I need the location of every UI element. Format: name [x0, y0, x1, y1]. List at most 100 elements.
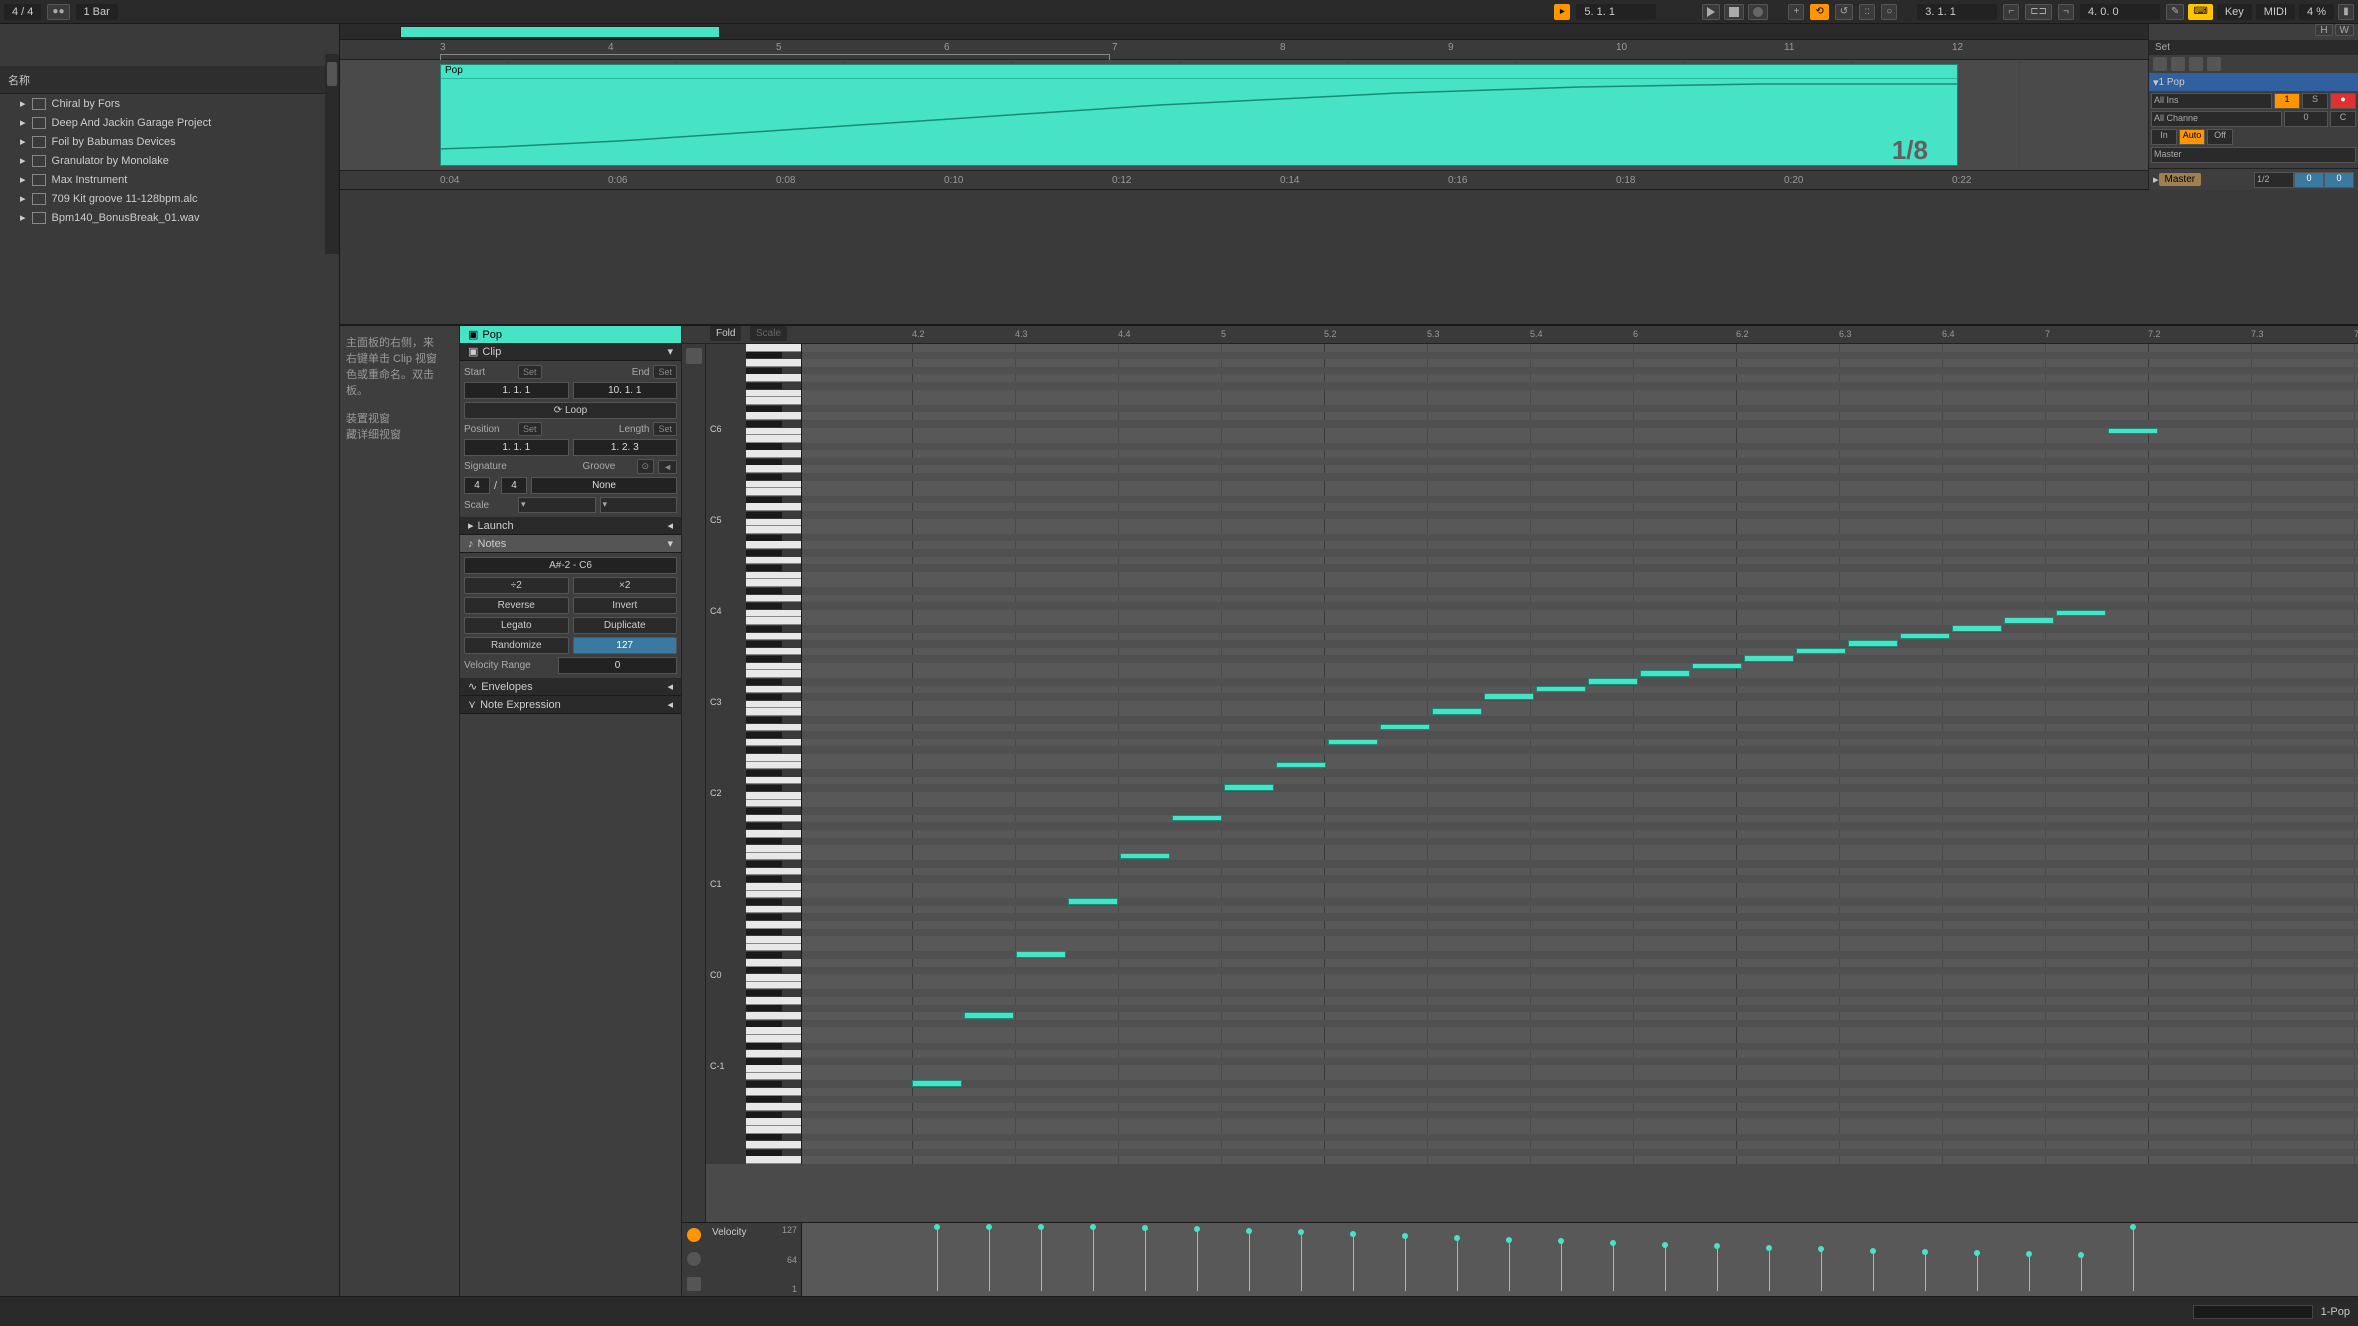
collapse-icon[interactable]: ◂	[667, 519, 673, 532]
midi-note[interactable]	[1016, 951, 1066, 958]
automation-arm-icon[interactable]: ⟲	[1810, 4, 1828, 20]
velocity-canvas[interactable]	[802, 1223, 2358, 1296]
preview-icon[interactable]	[686, 348, 702, 364]
session-record-icon[interactable]: ○	[1881, 4, 1897, 20]
set-length-button[interactable]: Set	[653, 422, 677, 436]
loop-length[interactable]: 4. 0. 0	[2080, 4, 2160, 20]
fold-button[interactable]: Fold	[710, 326, 741, 341]
follow-icon[interactable]: ▸	[1554, 4, 1570, 20]
arrangement-position[interactable]: 5. 1. 1	[1576, 4, 1656, 20]
midi-note[interactable]	[1328, 739, 1378, 746]
browser-list[interactable]: ▸Chiral by Fors ▸Deep And Jackin Garage …	[0, 94, 339, 1296]
w-button[interactable]: W	[2335, 24, 2354, 36]
midi-note[interactable]	[1068, 898, 1118, 905]
loop-button[interactable]: ⟳ Loop	[464, 402, 677, 419]
midi-note[interactable]	[1692, 663, 1742, 670]
set-end-button[interactable]: Set	[653, 365, 677, 379]
track-title-row[interactable]: ▾ 1 Pop	[2149, 73, 2358, 91]
midi-note[interactable]	[1536, 686, 1586, 693]
browser-item[interactable]: ▸Chiral by Fors	[0, 94, 339, 113]
midi-note[interactable]	[2004, 617, 2054, 624]
browser-header[interactable]: 名称 ▾	[0, 66, 339, 94]
collapse-icon[interactable]: ▾	[667, 345, 673, 358]
add-icon[interactable]	[2171, 57, 2185, 71]
set-start-button[interactable]: Set	[518, 365, 542, 379]
end-value[interactable]: 10. 1. 1	[573, 382, 678, 399]
midi-note[interactable]	[912, 1080, 962, 1087]
midi-channel-select[interactable]: All Channe	[2151, 111, 2282, 127]
monitor-in[interactable]: In	[2151, 129, 2177, 145]
midi-clip[interactable]: Pop	[440, 64, 1958, 166]
scale-type-select[interactable]: ▾	[600, 497, 678, 513]
collapse-icon[interactable]: ◂	[667, 698, 673, 711]
monitor-auto[interactable]: Auto	[2179, 129, 2205, 145]
midi-note[interactable]	[1276, 762, 1326, 769]
solo-button[interactable]: S	[2302, 93, 2328, 109]
stop-button[interactable]	[1724, 4, 1744, 20]
browser-item[interactable]: ▸Deep And Jackin Garage Project	[0, 113, 339, 132]
invert-button[interactable]: Invert	[573, 597, 678, 614]
midi-note[interactable]	[1796, 648, 1846, 655]
randomize-value[interactable]: 127	[573, 637, 678, 654]
time-signature[interactable]: 4 / 4	[4, 4, 41, 20]
note-expression-tab[interactable]: ⋎ Note Expression ◂	[460, 696, 681, 714]
browser-item[interactable]: ▸Max Instrument	[0, 170, 339, 189]
master-track-row[interactable]: ▸ Master 1/2 0 0	[2149, 168, 2358, 190]
punch-out-icon[interactable]: ¬	[2058, 4, 2074, 20]
midi-note[interactable]	[1224, 784, 1274, 791]
key-button[interactable]: Key	[2217, 4, 2252, 20]
duplicate-button[interactable]: Duplicate	[573, 617, 678, 634]
reenable-automation-icon[interactable]: ↺	[1835, 4, 1853, 20]
master-value-1[interactable]: 0	[2294, 172, 2324, 188]
midi-from-select[interactable]: All Ins	[2151, 93, 2272, 109]
draw-mode-icon[interactable]: ✎	[2166, 4, 2184, 20]
velocity-tool-2-icon[interactable]	[687, 1252, 701, 1266]
lock-icon[interactable]	[2207, 57, 2221, 71]
reverse-button[interactable]: Reverse	[464, 597, 569, 614]
clip-tab[interactable]: ▣ Clip ▾	[460, 343, 681, 361]
midi-note[interactable]	[1432, 708, 1482, 715]
computer-midi-keyboard-icon[interactable]: ⌨	[2188, 4, 2212, 20]
browser-item[interactable]: ▸Bpm140_BonusBreak_01.wav	[0, 208, 339, 227]
midi-note[interactable]	[1120, 853, 1170, 860]
overdub-icon[interactable]: +	[1788, 4, 1804, 20]
time-ruler[interactable]: 0:040:060:080:100:120:140:160:180:200:22	[340, 170, 2148, 190]
overview-clip[interactable]	[400, 26, 720, 38]
scale-root-select[interactable]: ▾	[518, 497, 596, 513]
midi-note[interactable]	[1484, 693, 1534, 700]
clip-title[interactable]: Pop	[441, 65, 1957, 79]
piano-roll-ruler[interactable]: Fold Scale 4.24.34.455.25.35.466.26.36.4…	[682, 326, 2358, 344]
note-grid[interactable]	[802, 344, 2358, 1164]
velocity-range-value[interactable]: 0	[558, 657, 677, 674]
velocity-tool-icon[interactable]	[687, 1228, 701, 1242]
midi-note[interactable]	[1380, 724, 1430, 731]
browser-item[interactable]: ▸Foil by Babumas Devices	[0, 132, 339, 151]
midi-note[interactable]	[1640, 670, 1690, 677]
back-to-arrangement-icon[interactable]	[2153, 57, 2167, 71]
hide-button[interactable]: H	[2315, 24, 2332, 36]
notes-tab[interactable]: ♪ Notes ▾	[460, 535, 681, 553]
play-button[interactable]	[1702, 4, 1720, 20]
start-value[interactable]: 1. 1. 1	[464, 382, 569, 399]
fold-triangle-icon[interactable]: ▸	[2153, 173, 2159, 186]
output-select[interactable]: Master	[2151, 147, 2356, 163]
browser-item[interactable]: ▸Granulator by Monolake	[0, 151, 339, 170]
legato-button[interactable]: Legato	[464, 617, 569, 634]
punch-in-icon[interactable]: ⌐	[2003, 4, 2019, 20]
midi-note[interactable]	[1952, 625, 2002, 632]
midi-note[interactable]	[1900, 633, 1950, 640]
midi-note[interactable]	[1172, 815, 1222, 822]
sig-denominator[interactable]: 4	[501, 477, 527, 494]
midi-note[interactable]	[964, 1012, 1014, 1019]
metronome-icon[interactable]: ●●	[47, 4, 69, 20]
midi-note[interactable]	[1848, 640, 1898, 647]
collapse-icon[interactable]: ◂	[667, 680, 673, 693]
master-value-2[interactable]: 0	[2324, 172, 2354, 188]
browser-scrollbar[interactable]	[325, 54, 339, 254]
loop-icon[interactable]: ⊏⊐	[2025, 4, 2052, 20]
randomize-button[interactable]: Randomize	[464, 637, 569, 654]
track-name[interactable]: 1 Pop	[2159, 77, 2354, 88]
clip-name-header[interactable]: ▣ Pop	[460, 326, 681, 343]
velocity-tool-3-icon[interactable]	[687, 1277, 701, 1291]
envelopes-tab[interactable]: ∿ Envelopes ◂	[460, 678, 681, 696]
